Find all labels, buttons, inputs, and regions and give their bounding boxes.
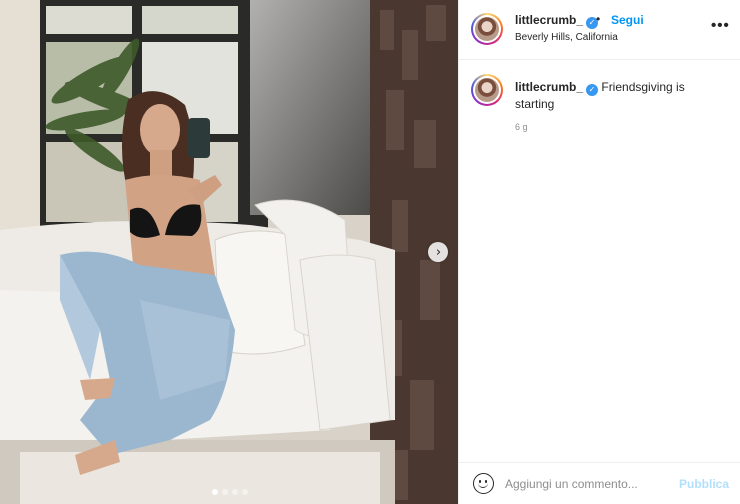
- location-link[interactable]: Beverly Hills, California: [515, 32, 618, 43]
- publish-button[interactable]: Pubblica: [679, 477, 729, 491]
- avatar-story-ring: [473, 76, 501, 104]
- username-row: littlecrumb_ ✓: [515, 13, 599, 29]
- carousel-next-button[interactable]: ›: [428, 242, 448, 262]
- separator-dot: •: [596, 12, 601, 26]
- post-side-panel: littlecrumb_ ✓ • Segui Beverly Hills, Cal…: [458, 0, 740, 504]
- avatar[interactable]: [471, 13, 503, 45]
- comment-bar: Pubblica: [459, 462, 740, 504]
- verified-badge-icon: ✓: [586, 84, 599, 96]
- follow-button[interactable]: Segui: [611, 13, 644, 27]
- emoji-icon[interactable]: [473, 473, 494, 494]
- carousel-dot: [222, 489, 228, 495]
- more-horizontal-icon[interactable]: •••: [711, 18, 730, 33]
- caption-username[interactable]: littlecrumb_: [515, 80, 583, 94]
- post-media[interactable]: ›: [0, 0, 458, 504]
- carousel-dot: [242, 489, 248, 495]
- chevron-right-icon: ›: [435, 244, 442, 260]
- username-link[interactable]: littlecrumb_: [515, 13, 583, 27]
- post-header: littlecrumb_ ✓ • Segui Beverly Hills, Cal…: [459, 0, 740, 60]
- avatar-image: [475, 17, 499, 41]
- comment-input[interactable]: [505, 475, 675, 493]
- avatar-image: [475, 78, 499, 102]
- avatar-story-ring: [473, 15, 501, 43]
- post-timestamp[interactable]: 6 g: [515, 122, 528, 132]
- caption-avatar[interactable]: [471, 74, 503, 106]
- instagram-post: › littlecrumb_ ✓ • Segui Beverly Hills, C…: [0, 0, 740, 504]
- emoji-mouth: [478, 482, 488, 488]
- carousel-indicator: [212, 489, 248, 495]
- carousel-dot: [212, 489, 218, 495]
- post-photo: [0, 0, 458, 504]
- caption-text: littlecrumb_ ✓ Friendsgiving is starting: [515, 79, 727, 112]
- carousel-dot: [232, 489, 238, 495]
